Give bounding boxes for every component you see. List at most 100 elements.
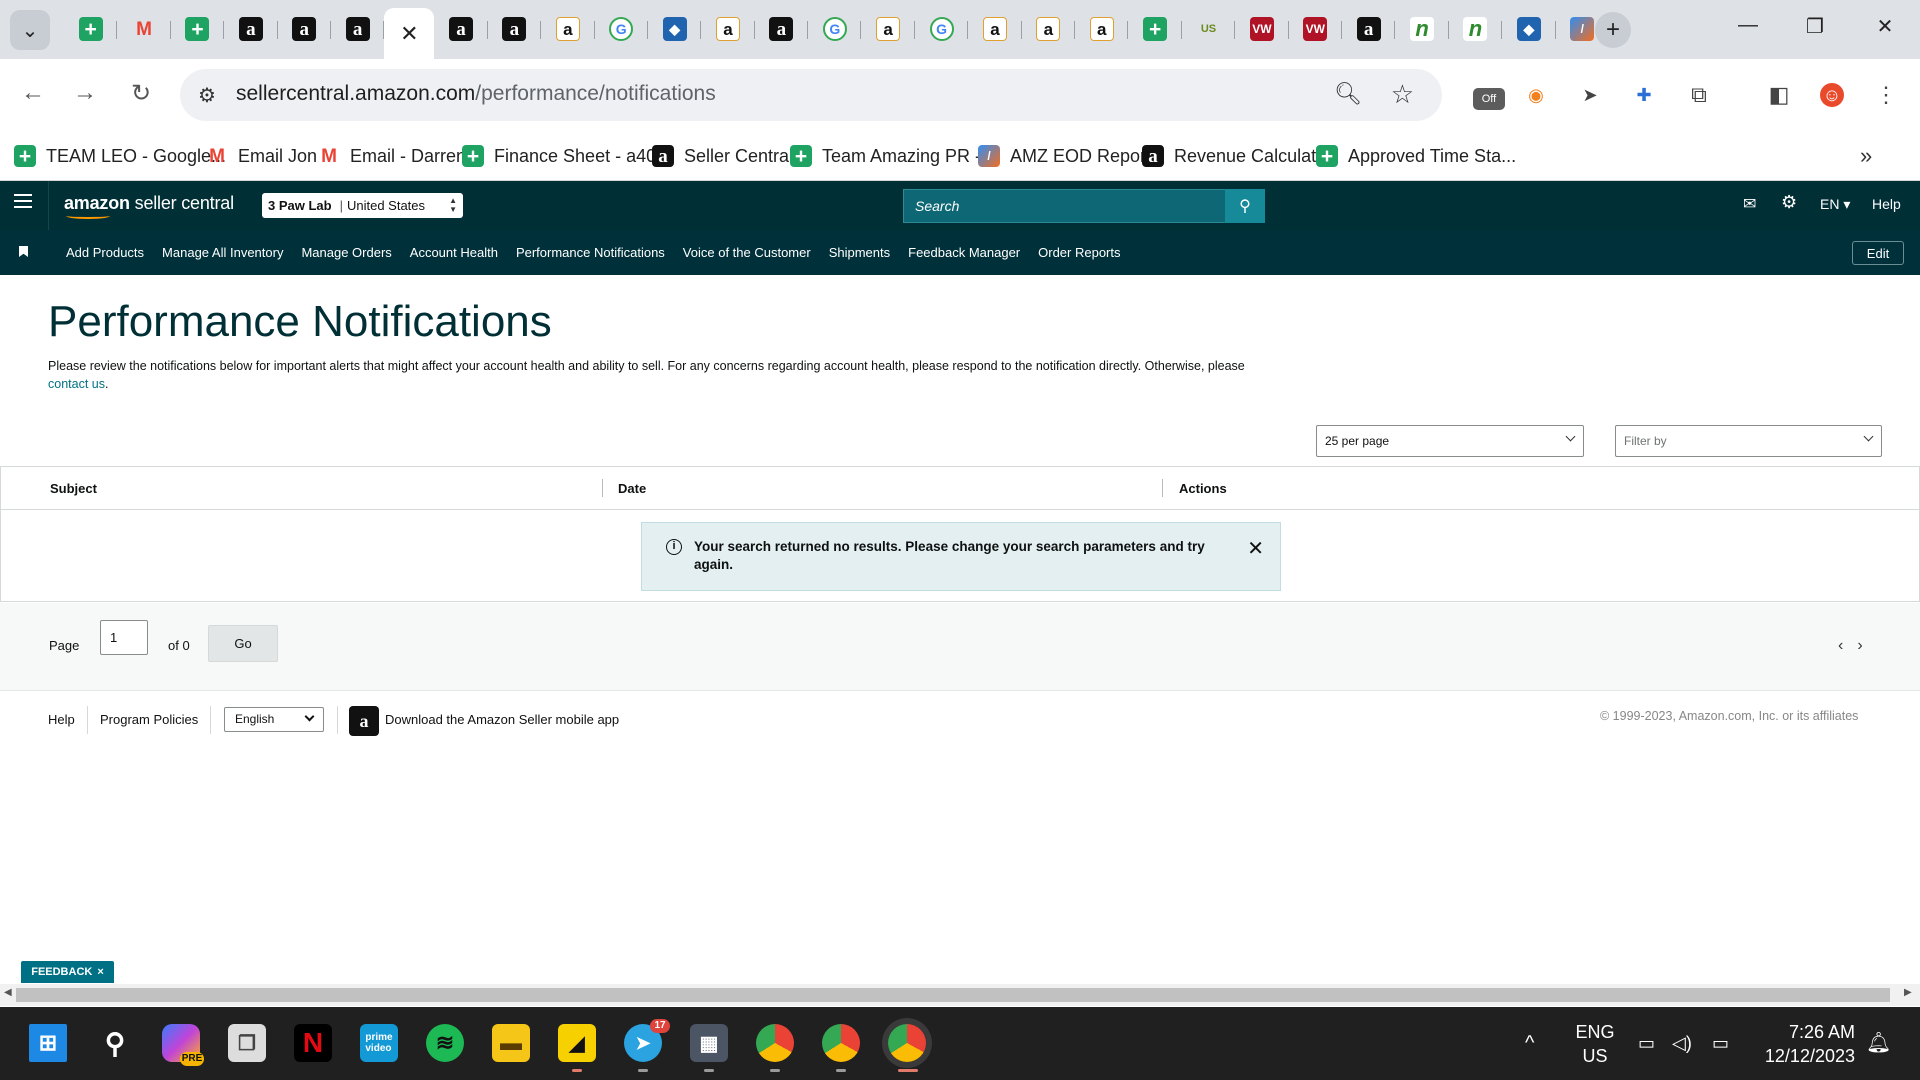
battery-icon[interactable]: ▭ <box>1712 1031 1729 1055</box>
program-policies-link[interactable]: Program Policies <box>100 712 198 727</box>
per-page-select[interactable]: 25 per page <box>1316 425 1584 457</box>
subnav-link[interactable]: Performance Notifications <box>516 245 665 260</box>
bookmark-item[interactable]: + TEAM LEO - Google... <box>14 142 226 170</box>
netflix-icon[interactable]: N <box>294 1024 332 1062</box>
close-icon[interactable]: ✕ <box>1247 536 1264 561</box>
calculator-icon[interactable]: ▦ <box>690 1024 728 1062</box>
chrome-icon-active[interactable] <box>888 1024 926 1062</box>
volume-icon[interactable]: ◁) <box>1672 1031 1692 1055</box>
scrollbar-thumb[interactable] <box>16 988 1890 1002</box>
bookmark-item[interactable]: / AMZ EOD Report <box>978 142 1151 170</box>
browser-tab[interactable]: a <box>1075 8 1129 50</box>
site-info-icon[interactable]: ⚙ <box>198 83 216 108</box>
language-selector[interactable]: EN ▾ <box>1820 196 1850 213</box>
browser-tab[interactable]: n <box>1449 8 1503 50</box>
browser-tab[interactable]: a <box>861 8 915 50</box>
browser-tab[interactable]: VW <box>1235 8 1289 50</box>
browser-tab[interactable]: + <box>64 8 118 50</box>
close-icon[interactable]: ✕ <box>400 21 418 47</box>
hamburger-menu-icon[interactable] <box>14 194 32 208</box>
browser-tab[interactable]: a <box>488 8 542 50</box>
browser-tab[interactable]: G <box>915 8 969 50</box>
browser-tab[interactable]: a <box>1022 8 1076 50</box>
footer-language-select[interactable]: English <box>224 707 324 732</box>
browser-tab[interactable]: G <box>808 8 862 50</box>
spotify-icon[interactable]: ≋ <box>426 1024 464 1062</box>
column-subject[interactable]: Subject <box>50 481 97 496</box>
browser-tab[interactable]: a <box>434 8 488 50</box>
browser-tab[interactable]: VW <box>1289 8 1342 50</box>
search-icon[interactable]: ⚲ <box>96 1024 134 1062</box>
prime-video-icon[interactable]: prime video <box>360 1024 398 1062</box>
ext-off-icon[interactable]: Off <box>1473 88 1505 110</box>
ext-cursor-icon[interactable]: ➤ <box>1576 81 1604 109</box>
new-tab-button[interactable]: + <box>1595 12 1631 48</box>
browser-tab[interactable]: + <box>1128 8 1182 50</box>
bookmarks-overflow-icon[interactable]: » <box>1860 143 1872 169</box>
chrome-icon[interactable] <box>756 1024 794 1062</box>
browser-tab[interactable]: a <box>968 8 1022 50</box>
browser-tab[interactable]: + <box>171 8 225 50</box>
footer-help-link[interactable]: Help <box>48 712 75 727</box>
input-language[interactable]: ENG US <box>1575 1020 1615 1068</box>
browser-tab[interactable]: n <box>1395 8 1449 50</box>
browser-tab[interactable]: a <box>541 8 595 50</box>
subnav-link[interactable]: Account Health <box>410 245 498 260</box>
subnav-link[interactable]: Manage All Inventory <box>162 245 283 260</box>
chrome-icon[interactable] <box>822 1024 860 1062</box>
account-switcher[interactable]: 3 Paw Lab | United States ▲ ▼ <box>262 193 463 218</box>
column-date[interactable]: Date <box>618 481 646 496</box>
bookmark-item[interactable]: + Approved Time Sta... <box>1316 142 1516 170</box>
file-explorer-icon[interactable]: ▬ <box>492 1024 530 1062</box>
subnav-link[interactable]: Feedback Manager <box>908 245 1020 260</box>
header-search-input[interactable] <box>903 189 1265 223</box>
address-bar[interactable]: ⚙ sellercentral.amazon.com/performance/n… <box>180 69 1442 121</box>
feedback-tab[interactable]: FEEDBACK × <box>21 961 114 983</box>
subnav-link[interactable]: Manage Orders <box>301 245 391 260</box>
bookmark-item[interactable]: a Revenue Calculator <box>1142 142 1332 170</box>
network-icon[interactable]: ▭ <box>1638 1031 1655 1055</box>
seller-central-logo[interactable]: amazon seller central <box>64 193 234 219</box>
browser-tab[interactable]: a <box>755 8 809 50</box>
mail-icon[interactable]: ✉ <box>1743 194 1756 214</box>
chevron-right-icon[interactable]: › <box>1857 637 1876 654</box>
page-number-input[interactable] <box>100 620 148 655</box>
close-window-button[interactable]: ✕ <box>1870 14 1900 39</box>
browser-tab[interactable]: ◆ <box>648 8 702 50</box>
browser-tab[interactable]: a <box>701 8 755 50</box>
contact-us-link[interactable]: contact us <box>48 377 105 391</box>
tray-overflow-icon[interactable]: ^ <box>1525 1031 1534 1055</box>
scroll-left-icon[interactable]: ◀ <box>4 987 12 998</box>
subnav-link[interactable]: Add Products <box>66 245 144 260</box>
browser-tab[interactable]: M <box>117 8 171 50</box>
horizontal-scrollbar[interactable]: ◀ ▶ <box>0 984 1920 1006</box>
gear-icon[interactable]: ⚙ <box>1781 192 1797 213</box>
browser-tab[interactable]: a <box>1342 8 1396 50</box>
scroll-right-icon[interactable]: ▶ <box>1904 987 1912 998</box>
browser-tab-active[interactable]: ✕ <box>384 8 435 59</box>
telegram-icon[interactable]: ➤ 17 <box>624 1019 670 1062</box>
subnav-link[interactable]: Order Reports <box>1038 245 1120 260</box>
zoom-icon[interactable]: 🔍︎ <box>1334 81 1362 107</box>
forward-button[interactable]: → <box>70 79 100 107</box>
bookmark-icon[interactable] <box>19 246 28 257</box>
windows-start-icon[interactable]: ⊞ <box>29 1024 67 1062</box>
tab-search-button[interactable]: ⌄ <box>10 10 50 50</box>
bookmark-item[interactable]: + Finance Sheet - a40... <box>462 142 671 170</box>
profile-avatar[interactable]: ☺ <box>1820 83 1844 107</box>
restore-button[interactable]: ❐ <box>1800 14 1830 39</box>
system-clock[interactable]: 7:26 AM 12/12/2023 <box>1755 1020 1855 1068</box>
bookmark-star-icon[interactable]: ☆ <box>1391 79 1414 110</box>
extensions-puzzle-icon[interactable]: ⧉ <box>1685 81 1713 109</box>
side-panel-icon[interactable]: ◧ <box>1765 81 1793 109</box>
url-text[interactable]: sellercentral.amazon.com/performance/not… <box>236 82 716 106</box>
notification-bell-icon[interactable]: 🔔︎ <box>1866 1031 1891 1055</box>
sticky-notes-icon[interactable]: ◢ <box>558 1024 596 1062</box>
bookmark-item[interactable]: M Email - Darren <box>318 142 466 170</box>
browser-tab[interactable]: a <box>278 8 331 50</box>
bookmark-item[interactable]: M Email Jon <box>206 142 317 170</box>
feedback-close-icon[interactable]: × <box>97 966 103 978</box>
download-app-link[interactable]: Download the Amazon Seller mobile app <box>385 712 619 727</box>
subnav-link[interactable]: Voice of the Customer <box>683 245 811 260</box>
browser-tab[interactable]: G <box>595 8 648 50</box>
